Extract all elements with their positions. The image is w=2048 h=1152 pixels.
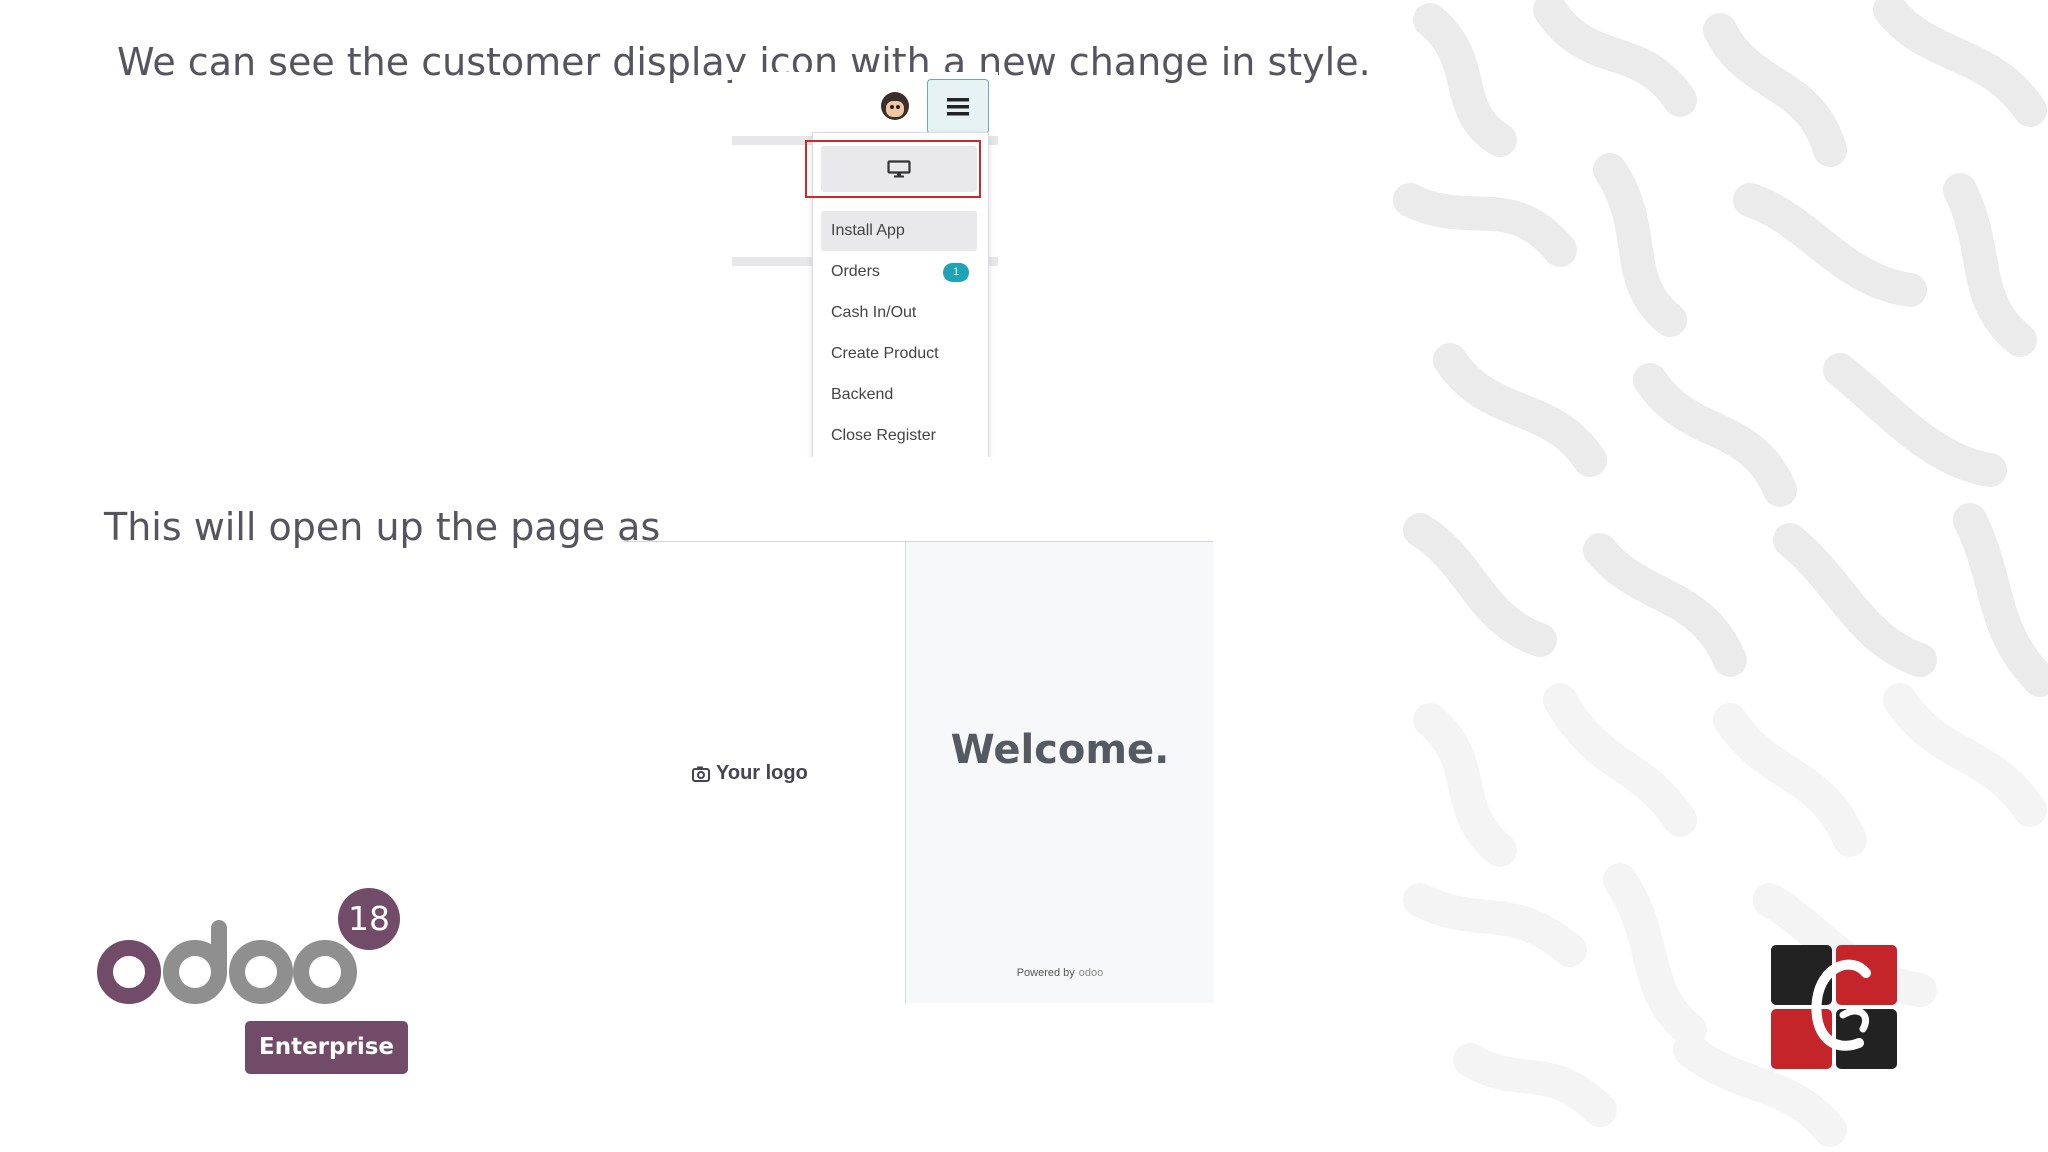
menu-item-backend[interactable]: Backend — [821, 375, 977, 415]
menu-item-install-app[interactable]: Install App — [821, 211, 977, 251]
menu-item-label: Orders — [831, 263, 880, 280]
menu-item-cash-in-out[interactable]: Cash In/Out — [821, 293, 977, 333]
menu-item-close-register[interactable]: Close Register — [821, 416, 977, 456]
camera-icon — [692, 766, 710, 782]
version-badge: 18 — [338, 888, 400, 950]
powered-by-brand: odoo — [1078, 967, 1104, 979]
user-avatar[interactable] — [881, 92, 909, 120]
highlight-box — [805, 140, 981, 198]
menu-item-orders[interactable]: Orders 1 — [821, 252, 977, 292]
logo-placeholder-text: Your logo — [716, 762, 808, 784]
hamburger-menu-icon — [947, 97, 969, 115]
edition-badge: Enterprise — [245, 1021, 408, 1074]
menu-item-create-product[interactable]: Create Product — [821, 334, 977, 374]
caption-open-page: This will open up the page as — [104, 505, 661, 549]
pos-menu-screenshot: Install App Orders 1 Cash In/Out Create … — [732, 72, 998, 457]
powered-by-footer: Powered by odoo — [906, 967, 1214, 979]
hamburger-menu-button[interactable] — [927, 79, 989, 134]
powered-by-text: Powered by — [1016, 967, 1075, 979]
menu-item-label: Create Product — [831, 345, 939, 362]
customer-display-screenshot: Your logo Welcome. Powered by odoo — [624, 541, 1214, 1003]
orders-count-badge: 1 — [943, 263, 969, 282]
customer-display-panel: Welcome. Powered by odoo — [905, 542, 1214, 1003]
menu-item-label: Cash In/Out — [831, 304, 917, 321]
welcome-message: Welcome. — [950, 727, 1170, 773]
menu-item-label: Close Register — [831, 427, 936, 444]
decorative-pattern — [1390, 0, 2048, 1152]
company-logo-mark — [1771, 945, 1897, 1069]
logo-placeholder: Your logo — [692, 762, 808, 785]
menu-item-label: Backend — [831, 386, 894, 403]
menu-item-label: Install App — [831, 222, 905, 239]
company-logo — [1771, 945, 1897, 1069]
